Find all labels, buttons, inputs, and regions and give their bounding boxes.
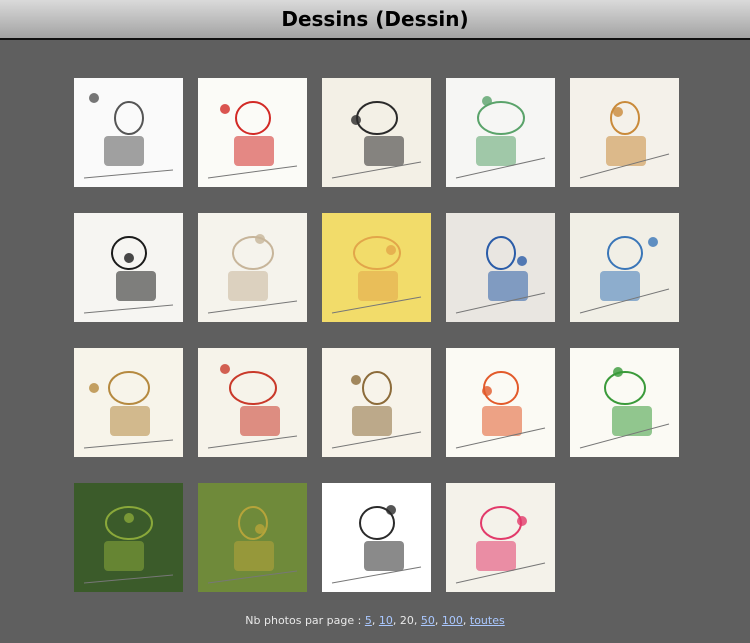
thumbnail-image [579,236,670,314]
thumbnail-image [455,371,546,449]
pagination-option-50[interactable]: 50 [421,614,435,627]
thumbnail-sean-doll[interactable] [446,348,555,457]
thumbnail-yellow-portrait[interactable] [322,213,431,322]
thumbnail-image [455,506,546,584]
pagination-option-5[interactable]: 5 [365,614,372,627]
pagination-label: Nb photos par page : [245,614,362,627]
pagination-option-toutes[interactable]: toutes [470,614,505,627]
thumbnail-image [455,96,546,179]
thumbnail-image [579,367,670,449]
pagination-options: 5, 10, 20, 50, 100, toutes [365,614,505,627]
thumbnail-image [207,364,298,449]
pagination-option-100[interactable]: 100 [442,614,463,627]
thumbnail-ribbon-man[interactable] [570,348,679,457]
pagination-separator: , [392,614,397,627]
thumbnail-image [207,506,298,584]
thumbnail-stove[interactable] [322,483,431,592]
pagination-separator: , [413,614,418,627]
thumbnail-image [83,371,174,449]
pagination-option-current: 20 [399,614,414,627]
pagination-bar: Nb photos par page : 5, 10, 20, 50, 100,… [0,614,750,627]
thumbnail-men-talking[interactable] [570,213,679,322]
thumbnail-cafe-couple[interactable] [198,348,307,457]
page-header: Dessins (Dessin) [0,0,750,40]
thumbnail-image [455,236,546,314]
thumbnail-glasses-portrait[interactable] [74,213,183,322]
thumbnail-image [331,236,422,314]
thumbnail-image [207,101,298,179]
thumbnail-image [331,101,422,179]
thumbnail-rope-climber[interactable] [446,483,555,592]
thumbnail-image [331,505,422,584]
pagination-separator: , [462,614,467,627]
thumbnail-hanging-ropes[interactable] [74,348,183,457]
thumbnail-red-truck[interactable] [198,78,307,187]
thumbnail-green-wall[interactable] [198,483,307,592]
thumbnail-climber-wall[interactable] [322,78,431,187]
thumbnail-image [83,93,174,179]
thumbnail-image [207,234,298,314]
thumbnail-climbing-board[interactable] [570,78,679,187]
thumbnail-image [83,236,174,314]
pagination-option-10[interactable]: 10 [379,614,393,627]
thumbnail-pencil-sketches[interactable] [74,78,183,187]
thumbnail-image [331,371,422,449]
thumbnail-bouldering[interactable] [198,213,307,322]
thumbnail-climbing-cave[interactable] [446,213,555,322]
thumbnail-image [83,506,174,584]
pagination-separator: , [434,614,439,627]
thumbnail-photographers[interactable] [446,78,555,187]
thumbnail-cafe-men[interactable] [322,348,431,457]
page-title: Dessins (Dessin) [281,7,469,31]
thumbnail-forest[interactable] [74,483,183,592]
thumbnail-image [579,101,670,179]
pagination-separator: , [371,614,376,627]
